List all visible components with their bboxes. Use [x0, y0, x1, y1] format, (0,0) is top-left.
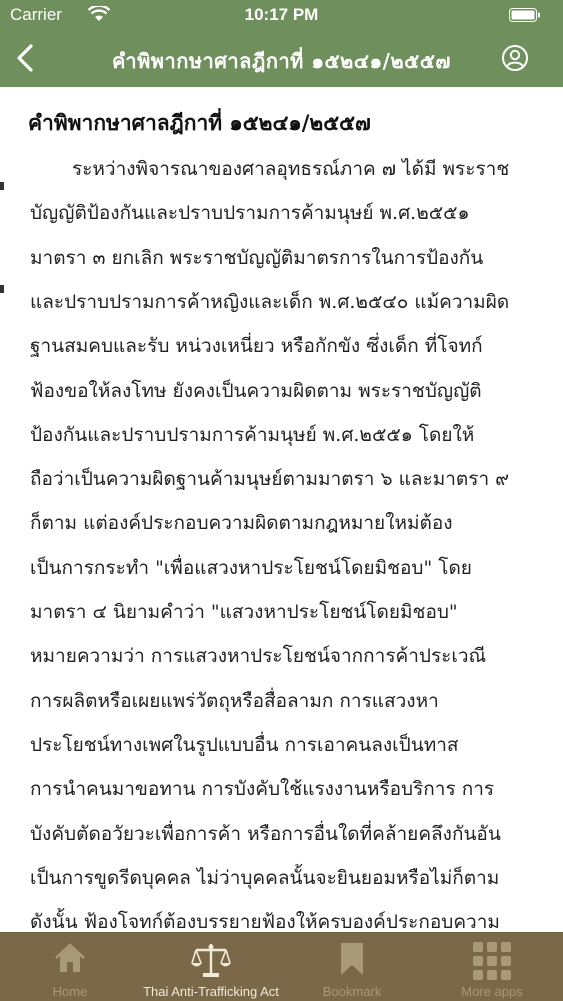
bookmark-icon	[341, 943, 363, 975]
grid-icon	[473, 942, 511, 980]
document-line: บัญญัติป้องกันและปราบปรามการค้ามนุษย์ พ.…	[30, 202, 470, 225]
document-line: เป็นการกระทำ "เพื่อแสวงหาประโยชน์โดยมิชอ…	[30, 556, 472, 579]
status-bar: Carrier 10:17 PM	[0, 0, 563, 30]
document-line: ดังนั้น ฟ้องโจทก์ต้องบรรยายฟ้องให้ครบองค…	[30, 911, 500, 932]
document-line: ป้องกันและปราบปรามการค้ามนุษย์ พ.ศ.๒๕๕๑ …	[30, 423, 475, 446]
document-line: ก็ตาม แต่องค์ประกอบความผิดตามกฎหมายใหม่ต…	[30, 512, 453, 535]
document-line: บังคับตัดอวัยวะเพื่อการค้า หรือการอื่นใด…	[30, 822, 501, 845]
document-line: เป็นการขูดรีดบุคคล ไม่ว่าบุคคลนั้นจะยินย…	[30, 866, 500, 889]
battery-icon	[509, 8, 540, 22]
tab-thai-anti-trafficking-act[interactable]: Thai Anti-Trafficking Act	[141, 933, 281, 1001]
document-line: ประโยชน์ทางเพศในรูปแบบอื่น การเอาคนลงเป็…	[30, 733, 459, 756]
tab-bar: Home Thai Anti-Trafficking Act Bookmark	[0, 932, 563, 1001]
tab-home-label: Home	[52, 984, 88, 999]
home-icon	[55, 943, 85, 972]
nav-title: คำพิพากษาศาลฎีกาที่ ๑๕๒๔๑/๒๕๕๗	[112, 49, 451, 73]
document-line: ถือว่าเป็นความผิดฐานค้ามนุษย์ตามมาตรา ๖ …	[30, 468, 510, 491]
tab-act-label: Thai Anti-Trafficking Act	[143, 984, 279, 999]
document-line: ฐานสมคบและรับ หน่วงเหนี่ยว หรือกักขัง ซึ…	[30, 335, 483, 358]
edge-marker	[0, 285, 4, 293]
document-line: หมายความว่า การแสวงหาประโยชน์จากการค้าปร…	[30, 645, 487, 668]
scales-icon	[191, 944, 231, 977]
edge-marker	[0, 182, 4, 190]
tab-bookmark[interactable]: Bookmark	[282, 933, 422, 1001]
tab-bookmark-label: Bookmark	[322, 984, 382, 999]
document-line: การนำคนมาขอทาน การบังคับใช้แรงงานหรือบริ…	[30, 778, 495, 801]
tab-home[interactable]: Home	[0, 933, 140, 1001]
document-line: ระหว่างพิจารณาของศาลอุทธรณ์ภาค ๗ ได้มี พ…	[72, 158, 510, 180]
document-content[interactable]: คำพิพากษาศาลฎีกาที่ ๑๕๒๔๑/๒๕๕๗ ระหว่างพิ…	[0, 87, 563, 932]
nav-bar: คำพิพากษาศาลฎีกาที่ ๑๕๒๔๑/๒๕๕๗	[0, 30, 563, 87]
tab-more-apps[interactable]: More apps	[422, 933, 562, 1001]
document-heading: คำพิพากษาศาลฎีกาที่ ๑๕๒๔๑/๒๕๕๗	[28, 111, 371, 135]
document-line: ฟ้องขอให้ลงโทษ ยังคงเป็นความผิดตาม พระรา…	[30, 379, 482, 402]
user-circle-icon[interactable]	[501, 44, 529, 72]
document-line: การผลิตหรือเผยแพร่วัตถุหรือสื่อลามก การแ…	[30, 689, 439, 712]
document-line: และปราบปรามการค้าหญิงและเด็ก พ.ศ.๒๕๔๐ แม…	[30, 290, 510, 313]
document-line: มาตรา ๓ ยกเลิก พระราชบัญญัติมาตรการในการ…	[30, 246, 484, 269]
back-chevron-icon[interactable]	[14, 43, 38, 73]
document-line: มาตรา ๔ นิยามคำว่า "แสวงหาประโยชน์โดยมิช…	[30, 601, 458, 623]
tab-more-apps-label: More apps	[461, 984, 523, 999]
status-time: 10:17 PM	[244, 5, 319, 24]
